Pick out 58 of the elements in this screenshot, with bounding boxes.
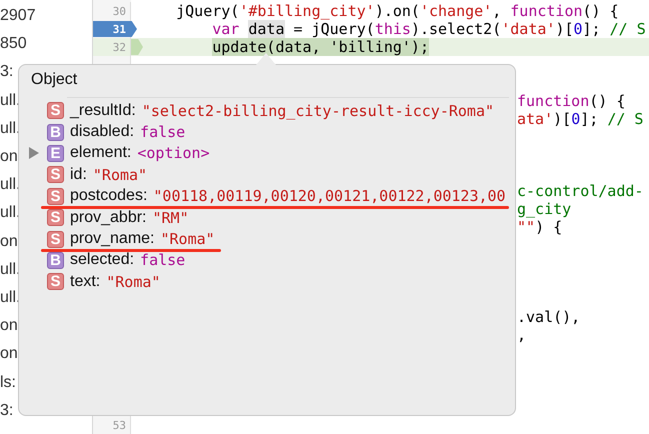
property-name: element: bbox=[70, 144, 132, 162]
property-value: <option> bbox=[137, 144, 210, 162]
property-value: false bbox=[140, 123, 186, 142]
type-badge: B bbox=[47, 252, 64, 269]
type-badge: S bbox=[47, 230, 64, 248]
property-name: prov_abbr: bbox=[70, 208, 146, 227]
list-text: ull. bbox=[0, 288, 20, 307]
code-line: "") { bbox=[517, 218, 562, 236]
type-badge: S bbox=[47, 209, 64, 226]
property-name: _resultId: bbox=[70, 102, 136, 120]
code-line: jQuery('#billing_city').on('change', function() { bbox=[175, 2, 619, 20]
list-text: ull. bbox=[0, 92, 20, 110]
execution-marker bbox=[131, 39, 143, 55]
list-text: 850 bbox=[0, 35, 27, 54]
property-value: "Roma" bbox=[106, 272, 160, 291]
property-name: disabled: bbox=[70, 123, 134, 142]
line-number: 32 bbox=[112, 40, 126, 54]
property-value: false bbox=[140, 251, 186, 270]
type-badge: E bbox=[47, 144, 64, 162]
code-line: c-control/add- bbox=[517, 182, 644, 200]
property-value: "Roma" bbox=[160, 230, 215, 248]
code-line: var data = jQuery(this).select2('data')[0]; // S bbox=[211, 20, 646, 38]
breakpoint-marker[interactable] bbox=[93, 21, 137, 37]
line-number: 53 bbox=[112, 418, 126, 432]
property-value: "Roma" bbox=[92, 166, 148, 184]
popover-title: Object bbox=[30, 70, 78, 90]
type-badge: S bbox=[47, 188, 64, 205]
code-line: ata')[0]; // S bbox=[517, 110, 644, 128]
list-text: ls: bbox=[0, 374, 16, 392]
list-text: on bbox=[0, 345, 18, 364]
line-number: 30 bbox=[112, 4, 126, 18]
property-name: text: bbox=[70, 272, 100, 291]
list-text: on bbox=[0, 148, 18, 166]
code-line: .val(), bbox=[517, 308, 580, 326]
list-text: ull. bbox=[0, 204, 20, 222]
list-text: 3: bbox=[0, 63, 14, 82]
code-line: , bbox=[517, 326, 526, 344]
list-text: ull. bbox=[0, 120, 20, 138]
list-text: ull. bbox=[0, 176, 20, 194]
list-text: 2907 bbox=[0, 7, 36, 26]
type-badge: S bbox=[47, 102, 64, 120]
property-name: postcodes: bbox=[70, 187, 148, 206]
type-badge: S bbox=[47, 273, 64, 290]
property-name: id: bbox=[70, 166, 87, 184]
code-line: function() { bbox=[517, 92, 626, 110]
type-badge: B bbox=[47, 124, 64, 141]
property-value: "00118,00119,00120,00121,00122,00123,00 bbox=[153, 187, 506, 206]
property-name: prov_name: bbox=[70, 230, 154, 248]
property-value: "select2-billing_city-result-iccy-Roma" bbox=[142, 102, 494, 120]
property-name: selected: bbox=[70, 251, 134, 270]
list-text: 3: bbox=[0, 402, 14, 420]
code-line: g_city bbox=[517, 200, 572, 218]
list-text: on bbox=[0, 317, 18, 336]
list-text: on bbox=[0, 232, 18, 251]
line-number: 31 bbox=[112, 22, 126, 36]
property-value: "RM" bbox=[152, 208, 189, 227]
list-text: ull. bbox=[0, 260, 20, 279]
type-badge: S bbox=[47, 166, 64, 184]
